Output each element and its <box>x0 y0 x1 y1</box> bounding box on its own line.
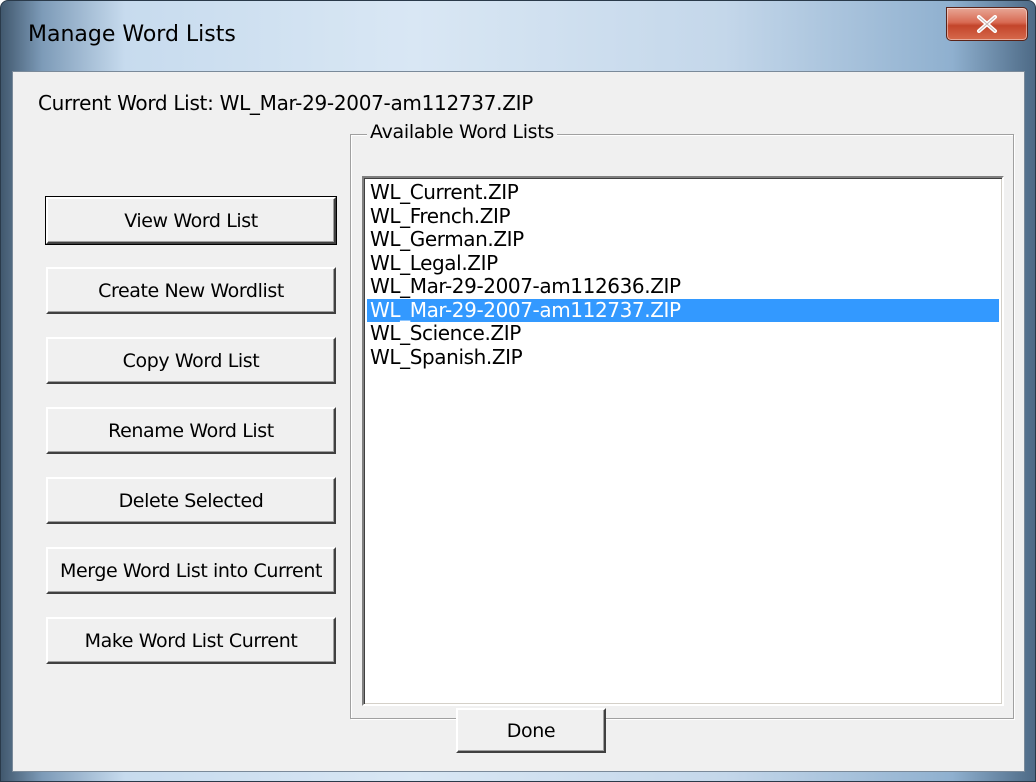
done-button[interactable]: Done <box>456 708 606 753</box>
title-bar[interactable]: Manage Word Lists <box>1 1 1035 71</box>
list-item[interactable]: WL_Mar-29-2007-am112636.ZIP <box>367 275 999 299</box>
create-new-wordlist-button[interactable]: Create New Wordlist <box>46 267 336 314</box>
word-list-listbox[interactable]: WL_Current.ZIP WL_French.ZIP WL_German.ZIP… <box>362 176 1004 706</box>
list-item[interactable]: WL_Science.ZIP <box>367 322 999 346</box>
list-item[interactable]: WL_German.ZIP <box>367 228 999 252</box>
copy-word-list-button[interactable]: Copy Word List <box>46 337 336 384</box>
window-title: Manage Word Lists <box>28 22 236 47</box>
delete-selected-button[interactable]: Delete Selected <box>46 477 336 524</box>
dialog-client-area: Current Word List: WL_Mar-29-2007-am1127… <box>12 71 1025 772</box>
make-word-list-current-button[interactable]: Make Word List Current <box>46 617 336 664</box>
list-item[interactable]: WL_Current.ZIP <box>367 181 999 205</box>
view-word-list-button[interactable]: View Word List <box>45 196 337 245</box>
current-word-list-label: Current Word List: WL_Mar-29-2007-am1127… <box>38 91 533 115</box>
list-item[interactable]: WL_Spanish.ZIP <box>367 345 999 370</box>
close-icon <box>977 15 997 33</box>
merge-word-list-button[interactable]: Merge Word List into Current <box>46 547 336 594</box>
list-item[interactable]: WL_Legal.ZIP <box>367 251 999 276</box>
list-item[interactable]: WL_French.ZIP <box>367 204 999 229</box>
rename-word-list-button[interactable]: Rename Word List <box>46 407 336 454</box>
dialog-window: Manage Word Lists Current Word List: WL_… <box>0 0 1036 782</box>
available-word-lists-legend: Available Word Lists <box>367 121 558 143</box>
close-button[interactable] <box>946 7 1028 41</box>
list-item[interactable]: WL_Mar-29-2007-am112737.ZIP <box>367 298 999 322</box>
